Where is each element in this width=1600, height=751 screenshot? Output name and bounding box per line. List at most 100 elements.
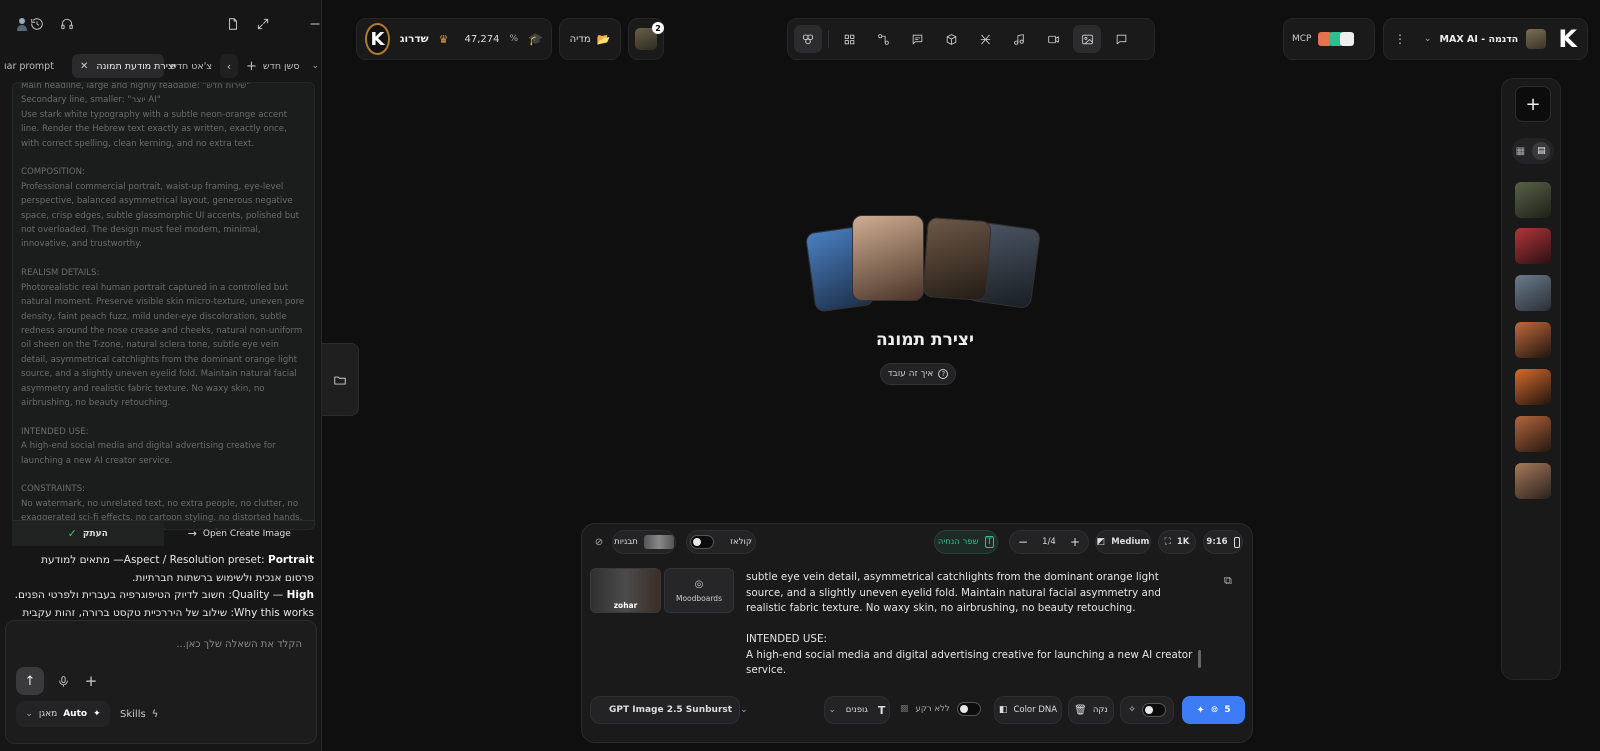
resolution-selector[interactable]: ⛶ 1K [1158, 530, 1196, 554]
view-toggle: ▦ ▤ [1512, 138, 1554, 164]
gallery-thumbnail[interactable] [1515, 463, 1551, 499]
characters-button[interactable]: 2 [628, 18, 664, 60]
tab-create-image-ad[interactable]: ✕ יצירת מודעת תמונה [72, 54, 176, 78]
expand-icon[interactable] [256, 17, 270, 31]
folder-icon [334, 376, 346, 385]
workflow-icon [877, 33, 889, 45]
tool-message[interactable] [1107, 25, 1135, 53]
clear-button[interactable]: 🗑 נקה [1068, 696, 1114, 724]
attach-button[interactable]: + [78, 668, 104, 694]
reference-image[interactable]: zohar [590, 568, 661, 613]
headphones-icon[interactable] [60, 17, 74, 31]
tabs-scroll-button[interactable]: ‹ [220, 54, 238, 78]
chat-input-placeholder[interactable]: הקלד את השאלה שלך כאן... [176, 639, 302, 650]
tool-director[interactable] [971, 25, 999, 53]
check-icon: ✓ [67, 527, 77, 540]
brand-logo[interactable]: K [365, 23, 390, 55]
session-tabs: ıar prompt ✕ יצירת מודעת תמונה צ'אט חדש … [0, 52, 321, 80]
graduation-cap-icon[interactable]: 🎓 [528, 32, 543, 46]
chevron-down-icon: ⌄ [740, 705, 748, 715]
fonts-selector[interactable]: ⌄ גופנים T [824, 696, 890, 724]
image-plus-icon: ⧉ [1224, 574, 1232, 587]
how-it-works-button[interactable]: ? איך זה עובד [880, 363, 956, 385]
new-session-button[interactable]: + סשן חדש ⌄ [238, 54, 321, 78]
list-view-icon[interactable]: ▤ [1532, 142, 1551, 160]
gallery-thumbnail[interactable] [1515, 322, 1551, 358]
grid-view-icon[interactable]: ▦ [1516, 146, 1525, 157]
gallery-thumbnail[interactable] [1515, 182, 1551, 218]
transparency-icon: ▩ [900, 704, 909, 714]
text-scrollbar[interactable] [1198, 650, 1201, 668]
brand-logo-icon[interactable]: K [1558, 25, 1577, 53]
app-logo-icon [14, 16, 30, 32]
gallery-thumbnail[interactable] [1515, 416, 1551, 452]
history-icon[interactable] [30, 17, 44, 31]
decrement-button[interactable]: − [1018, 535, 1028, 549]
tool-3d[interactable] [937, 25, 965, 53]
enhance-switch[interactable] [1141, 703, 1166, 717]
templates-preview [643, 535, 674, 549]
prompt-preview-text: Main headline, large and highly readable… [21, 82, 305, 529]
improve-prompt-button[interactable]: שפר הנחיה T [934, 530, 998, 554]
gallery-thumbnail[interactable] [1515, 228, 1551, 264]
media-button[interactable]: מדיה 📂 [559, 18, 621, 60]
minimize-icon[interactable] [308, 17, 321, 31]
focus-icon: ⛶ [1164, 537, 1171, 547]
color-dna-button[interactable]: ◧ Color DNA [994, 696, 1062, 724]
gallery-thumbnail[interactable] [1515, 369, 1551, 405]
upgrade-label[interactable]: שדרוג [400, 33, 429, 45]
more-vertical-icon[interactable]: ⋮ [1394, 32, 1406, 46]
image-edit-button[interactable]: ⧉ [1224, 574, 1240, 590]
aspect-selector[interactable]: 9:16 [1203, 530, 1243, 554]
tool-image[interactable] [1073, 25, 1101, 53]
microphone-icon [58, 675, 68, 687]
collage-switch[interactable] [690, 535, 715, 549]
chat-input-box[interactable]: הקלד את השאלה שלך כאן... ↑ + ⌄ מאגן Auto… [5, 620, 317, 744]
arrow-up-icon: ↑ [24, 673, 36, 689]
tool-chat[interactable] [903, 25, 931, 53]
model-selector[interactable]: GPT Image 2.5 Sunburst ⌄ [590, 696, 748, 724]
copy-button[interactable]: ✓ העתק [12, 521, 164, 546]
increment-button[interactable]: + [1070, 535, 1080, 549]
send-button[interactable]: ↑ [16, 667, 44, 695]
chat-bubble-icon [1116, 34, 1126, 44]
tab-partial[interactable]: ıar prompt [0, 54, 68, 78]
prompt-actions: ✓ העתק → Open Create Image [12, 520, 315, 546]
hero-card [852, 215, 924, 301]
workspace-selector[interactable]: ⋮ ⌄ MAX AI - הדגמה K [1383, 18, 1588, 60]
gallery-thumbnail[interactable] [1515, 275, 1551, 311]
collage-toggle[interactable]: קולאז [686, 530, 756, 554]
type-icon: T [877, 703, 886, 717]
composer-prompt-input[interactable]: subtle eye vein detail, asymmetrical cat… [746, 570, 1194, 679]
folder-toggle-button[interactable] [322, 343, 359, 416]
generate-button[interactable]: ✦ ⊚ 5 [1182, 696, 1245, 724]
open-create-image-button[interactable]: → Open Create Image [164, 521, 316, 546]
hide-button[interactable]: ⊘ [588, 530, 610, 554]
no-background-switch[interactable] [956, 702, 981, 716]
tab-new-chat[interactable]: צ'אט חדש [164, 54, 220, 78]
tool-all[interactable] [794, 25, 822, 53]
tool-video[interactable] [1039, 25, 1067, 53]
document-icon[interactable] [226, 17, 240, 31]
quality-selector[interactable]: ◩ Medium [1095, 530, 1151, 554]
model-selector[interactable]: ⌄ מאגן Auto ✦ [16, 701, 110, 727]
enhance-toggle[interactable]: ✧ [1120, 696, 1174, 724]
tab-close-icon[interactable]: ✕ [80, 61, 88, 72]
sparkles-icon: ✦ [1196, 704, 1205, 716]
tool-grid[interactable] [835, 25, 863, 53]
no-background-toggle[interactable]: ▩ ללא רקע [900, 702, 981, 716]
skills-button[interactable]: Skills ϟ [120, 701, 158, 727]
clapper-icon [980, 34, 990, 44]
chat-line1-pre: Aspect / Resolution preset: [123, 554, 268, 566]
lightning-icon: ϟ [151, 708, 159, 720]
mcp-integrations[interactable]: MCP [1283, 18, 1375, 60]
plus-icon: + [246, 58, 257, 74]
templates-button[interactable]: תבניות [612, 530, 676, 554]
workspace-name: MAX AI - הדגמה [1439, 33, 1519, 45]
tool-workflow[interactable] [869, 25, 897, 53]
moodboards-button[interactable]: ◎ Moodboards [664, 568, 734, 613]
hero-card [922, 216, 992, 302]
microphone-button[interactable] [50, 668, 76, 694]
tool-music[interactable] [1005, 25, 1033, 53]
new-item-button[interactable]: + [1515, 86, 1551, 122]
